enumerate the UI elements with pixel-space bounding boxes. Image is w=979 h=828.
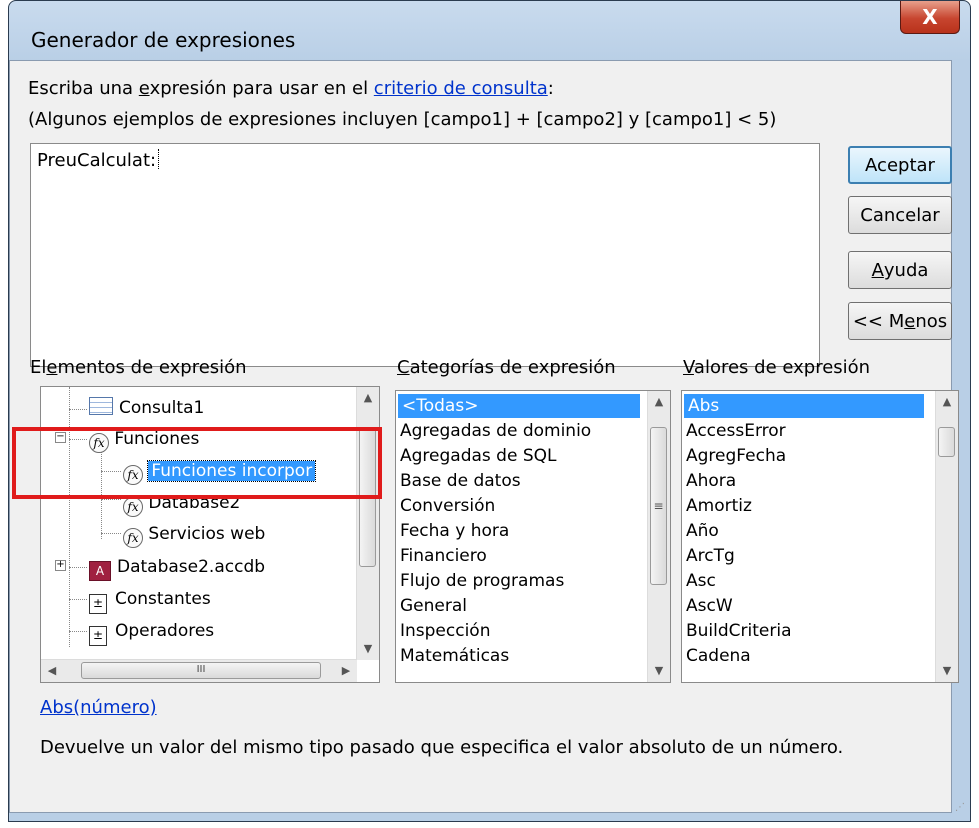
categories-scroll-thumb[interactable]: ≡ (650, 427, 667, 585)
scroll-up-icon[interactable]: ▲ (936, 391, 958, 413)
categories-vertical-scrollbar[interactable]: ▲ ≡ ▼ (647, 391, 670, 682)
list-item[interactable]: <Todas> (398, 394, 640, 418)
list-item[interactable]: Año (686, 519, 719, 543)
list-item[interactable]: Abs (684, 394, 924, 418)
expand-database-toggle[interactable]: + (55, 560, 66, 571)
instruction-text: Escriba una expresión para usar en el cr… (28, 78, 554, 99)
list-item[interactable]: AscW (686, 594, 733, 618)
tree-item-database2-accdb[interactable]: A Database2.accdb (89, 555, 265, 581)
tree-item-operadores[interactable]: ± Operadores (89, 619, 214, 646)
elements-hscroll-thumb[interactable]: III (81, 662, 321, 679)
function-icon: fx (123, 497, 143, 517)
database-icon: A (89, 561, 111, 581)
list-item[interactable]: BuildCriteria (686, 619, 792, 643)
expression-categories-list[interactable]: <Todas> Agregadas de dominio Agregadas d… (395, 390, 671, 683)
categories-label: Categorías de expresión (397, 357, 616, 378)
query-icon (89, 397, 113, 415)
values-label: Valores de expresión (683, 357, 871, 378)
list-item[interactable]: Flujo de programas (400, 569, 564, 593)
list-item[interactable]: Conversión (400, 494, 495, 518)
scroll-down-icon[interactable]: ▼ (648, 660, 670, 682)
tree-item-servicios-web[interactable]: fx Servicios web (123, 522, 265, 548)
elements-horizontal-scrollbar[interactable]: ◀ III ▶ (41, 659, 357, 682)
list-item[interactable]: Matemáticas (400, 644, 509, 668)
list-item[interactable]: Amortiz (686, 494, 752, 518)
list-item[interactable]: Ahora (686, 469, 736, 493)
query-criteria-link[interactable]: criterio de consulta (374, 78, 548, 99)
list-item[interactable]: Financiero (400, 544, 487, 568)
scroll-right-icon[interactable]: ▶ (335, 660, 357, 682)
expression-textarea[interactable]: PreuCalculat: (30, 143, 820, 367)
tree-item-consulta1[interactable]: Consulta1 (89, 396, 204, 420)
list-item[interactable]: Asc (686, 569, 716, 593)
dialog-title: Generador de expresiones (31, 28, 296, 52)
resize-grip-icon[interactable]: ⋰ (955, 802, 967, 814)
close-icon: X (922, 5, 938, 29)
function-description: Devuelve un valor del mismo tipo pasado … (40, 737, 844, 758)
list-item[interactable]: Inspección (400, 619, 491, 643)
constants-icon: ± (89, 594, 107, 614)
list-item[interactable]: ArcTg (686, 544, 735, 568)
list-item[interactable]: AccessError (686, 419, 786, 443)
list-item[interactable]: Cadena (686, 644, 751, 668)
list-item[interactable]: Fecha y hora (400, 519, 509, 543)
list-item[interactable]: General (400, 594, 467, 618)
scroll-down-icon[interactable]: ▼ (936, 660, 958, 682)
close-button[interactable]: X (900, 1, 960, 34)
list-item[interactable]: Agregadas de dominio (400, 419, 591, 443)
expression-value: PreuCalculat: (37, 150, 157, 171)
scroll-left-icon[interactable]: ◀ (41, 660, 63, 682)
cancel-button[interactable]: Cancelar (848, 196, 952, 234)
values-vertical-scrollbar[interactable]: ▲ ▼ (935, 391, 958, 682)
function-icon: fx (123, 528, 143, 548)
scroll-up-icon[interactable]: ▲ (648, 391, 670, 413)
operators-icon: ± (89, 626, 107, 646)
ok-button[interactable]: Aceptar (848, 146, 952, 184)
function-signature-link[interactable]: Abs(número) (40, 697, 157, 718)
title-bar[interactable]: Generador de expresiones X (9, 1, 970, 52)
less-button[interactable]: << Me nos (848, 302, 952, 340)
values-scroll-thumb[interactable] (938, 427, 955, 457)
scroll-up-icon[interactable]: ▲ (357, 387, 379, 409)
tree-item-constantes[interactable]: ± Constantes (89, 587, 211, 614)
text-caret (158, 149, 165, 169)
highlight-annotation-box (12, 427, 382, 499)
examples-text: (Algunos ejemplos de expresiones incluye… (28, 109, 777, 130)
help-button[interactable]: Ayuda (848, 251, 952, 289)
list-item[interactable]: Base de datos (400, 469, 521, 493)
list-item[interactable]: Agregadas de SQL (400, 444, 556, 468)
expression-values-list[interactable]: Abs AccessError AgregFecha Ahora Amortiz… (681, 390, 959, 683)
list-item[interactable]: AgregFecha (686, 444, 786, 468)
elements-label: Elementos de expresión (30, 357, 247, 378)
scroll-down-icon[interactable]: ▼ (357, 638, 379, 660)
